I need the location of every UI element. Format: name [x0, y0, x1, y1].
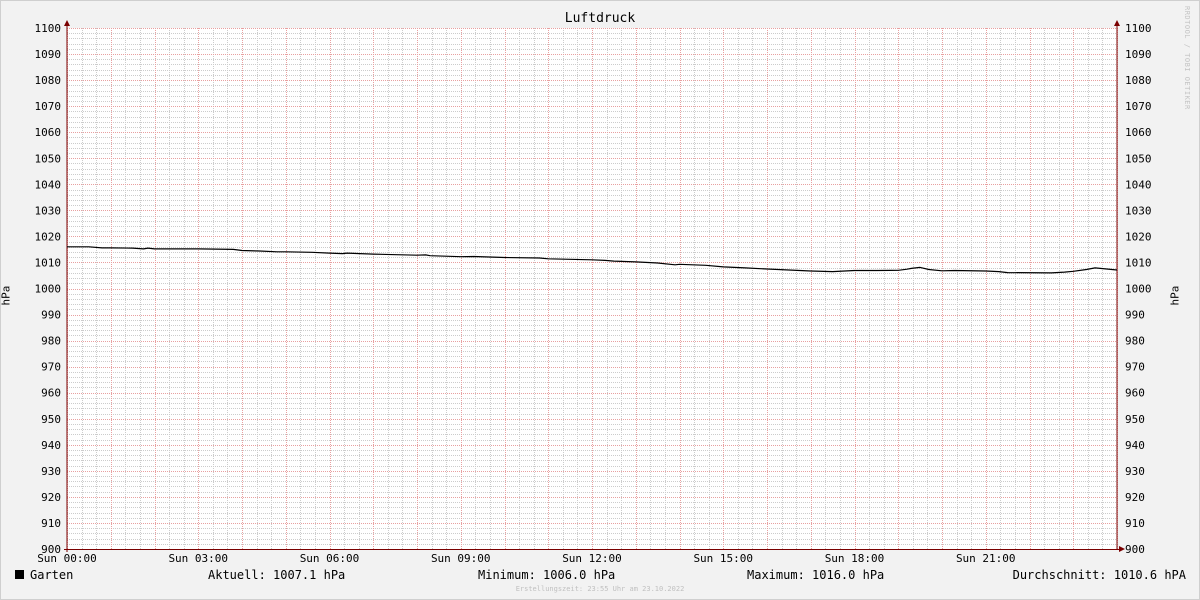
y-axis-label-right: hPa [1168, 285, 1182, 306]
y-tick-label-right: 960 [1125, 387, 1145, 400]
y-tick-label-right: 1080 [1125, 74, 1152, 87]
creation-timestamp: Erstellungszeit: 23:55 Uhr am 23.10.2022 [515, 585, 685, 593]
y-tick-label-right: 1040 [1125, 178, 1152, 191]
y-tick-label-left: 920 [41, 491, 61, 504]
legend-maximum-value: Maximum: 1016.0 hPa [747, 568, 885, 582]
chart-canvas: 900 900910 910920 920930 930940 940950 950960 9… [35, 20, 1152, 565]
legend-minimum-value: Minimum: 1006.0 hPa [478, 568, 616, 582]
y-tick-label-left: 1060 [35, 126, 62, 139]
y-tick-label-right: 1020 [1125, 230, 1152, 243]
y-tick-label-right: 1030 [1125, 204, 1152, 217]
y-tick-label-right: 990 [1125, 309, 1145, 322]
x-tick-label: Sun 15:00 [693, 552, 753, 565]
y-tick-label-left: 930 [41, 465, 61, 478]
y-tick-label-left: 1040 [35, 178, 62, 191]
y-tick-label-right: 1060 [1125, 126, 1152, 139]
plot-area: 900 900910 910920 920930 930940 940950 950960 9… [35, 20, 1152, 565]
y-tick-label-right: 1100 [1125, 22, 1152, 35]
y-axis-label-left: hPa [0, 285, 13, 306]
y-tick-label-left: 990 [41, 309, 61, 322]
legend-average-value: Durchschnitt: 1010.6 hPA [1012, 568, 1186, 582]
y-tick-label-left: 1090 [35, 48, 62, 61]
y-tick-label-left: 1080 [35, 74, 62, 87]
y-tick-label-right: 900 [1125, 543, 1145, 556]
y-tick-label-left: 1100 [35, 22, 62, 35]
y-tick-label-left: 1020 [35, 230, 62, 243]
x-tick-label: Sun 21:00 [956, 552, 1016, 565]
y-tick-label-right: 1070 [1125, 100, 1152, 113]
y-tick-label-right: 920 [1125, 491, 1145, 504]
legend-current-value: Aktuell: 1007.1 hPa [208, 568, 346, 582]
legend-swatch [15, 570, 24, 579]
y-tick-label-left: 1000 [35, 283, 62, 296]
x-tick-label: Sun 18:00 [825, 552, 885, 565]
y-axis-left-arrow [64, 20, 70, 26]
y-tick-label-right: 950 [1125, 413, 1145, 426]
y-tick-label-left: 1030 [35, 204, 62, 217]
x-tick-label: Sun 09:00 [431, 552, 491, 565]
legend-series-name: Garten [30, 568, 74, 582]
y-tick-label-left: 1070 [35, 100, 62, 113]
y-tick-label-left: 960 [41, 387, 61, 400]
y-tick-label-left: 1050 [35, 152, 62, 165]
x-tick-label: Sun 00:00 [37, 552, 97, 565]
y-tick-label-left: 940 [41, 439, 61, 452]
y-tick-label-right: 940 [1125, 439, 1145, 452]
y-tick-label-left: 980 [41, 335, 61, 348]
x-tick-label: Sun 12:00 [562, 552, 622, 565]
y-tick-label-left: 910 [41, 517, 61, 530]
y-tick-label-left: 970 [41, 361, 61, 374]
y-tick-label-right: 980 [1125, 335, 1145, 348]
y-tick-label-right: 1010 [1125, 256, 1152, 269]
y-tick-label-right: 910 [1125, 517, 1145, 530]
y-tick-label-right: 1090 [1125, 48, 1152, 61]
y-tick-label-right: 1050 [1125, 152, 1152, 165]
x-tick-label: Sun 03:00 [168, 552, 228, 565]
y-tick-label-left: 950 [41, 413, 61, 426]
y-tick-label-left: 1010 [35, 256, 62, 269]
y-axis-right-arrow [1114, 20, 1120, 26]
x-tick-label: Sun 06:00 [300, 552, 360, 565]
y-tick-label-right: 1000 [1125, 283, 1152, 296]
legend: Garten Aktuell: 1007.1 hPa Minimum: 1006… [14, 568, 1186, 584]
y-tick-label-right: 970 [1125, 361, 1145, 374]
y-tick-label-right: 930 [1125, 465, 1145, 478]
watermark: RRDTOOL / TOBI OETIKER [1183, 6, 1191, 110]
